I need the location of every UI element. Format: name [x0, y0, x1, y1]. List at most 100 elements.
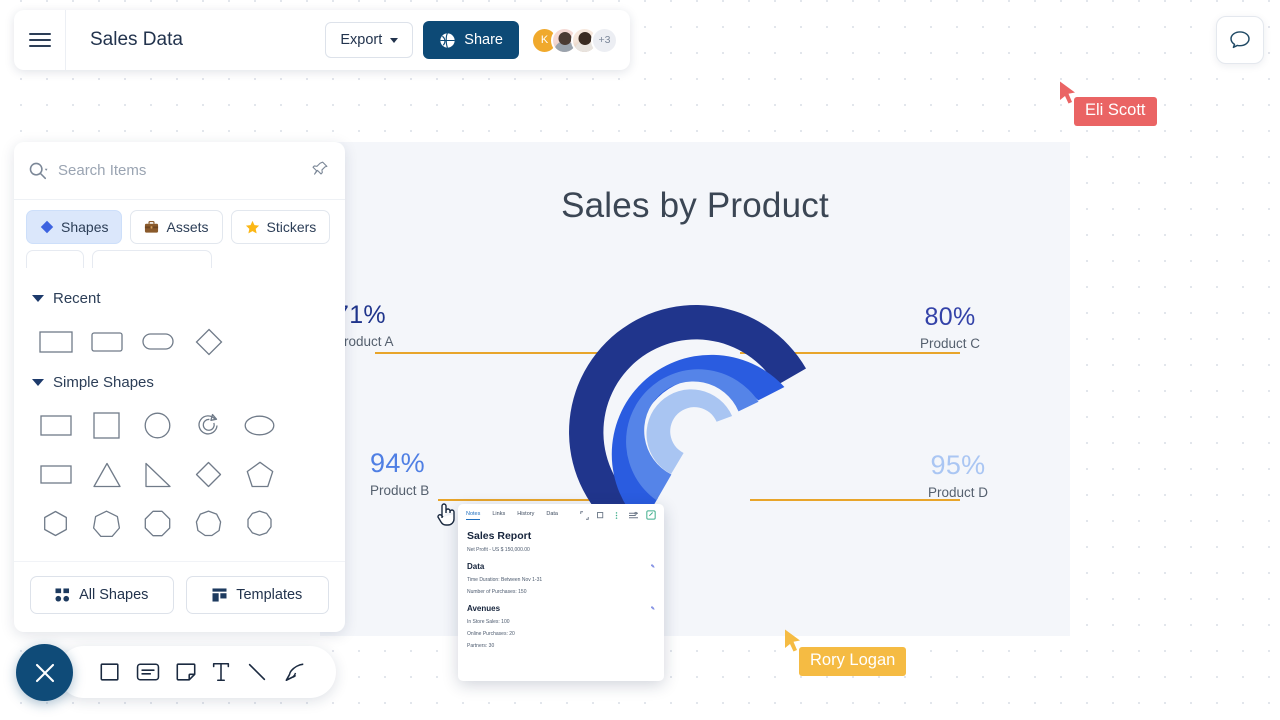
edit-icon[interactable]: ✎ — [651, 606, 655, 612]
shape-diamond[interactable] — [183, 317, 234, 366]
shape-pentagon[interactable] — [234, 450, 285, 499]
popup-tab-history[interactable]: History — [517, 511, 534, 519]
shape-parallelogram[interactable] — [81, 548, 132, 561]
copy-icon[interactable] — [596, 511, 605, 520]
value-product-c: 80% — [924, 303, 976, 331]
sales-report-popup[interactable]: Notes Links History Data Sales Report Ne… — [458, 504, 664, 681]
popup-tab-bar: Notes Links History Data — [458, 504, 664, 523]
collaborator-avatars[interactable]: K +3 — [531, 26, 618, 54]
chevron-down-icon — [390, 37, 399, 43]
template-layout-icon — [212, 588, 227, 602]
bottom-toolbar — [58, 646, 336, 698]
shape-spiral-arc[interactable] — [183, 401, 234, 450]
shape-pill[interactable] — [132, 317, 183, 366]
shape-hexagon[interactable] — [30, 499, 81, 548]
document-title[interactable]: Sales Data — [90, 29, 183, 51]
name-product-d: Product D — [928, 484, 989, 500]
shape-octagon[interactable] — [132, 499, 183, 548]
expand-icon[interactable] — [580, 510, 589, 520]
star-icon — [245, 220, 259, 233]
popup-tab-links[interactable]: Links — [492, 511, 505, 519]
shapes-scroll-area: Recent Simple Shapes — [14, 268, 345, 561]
shape-rectangle[interactable] — [30, 317, 81, 366]
all-shapes-button[interactable]: All Shapes — [30, 576, 174, 614]
shape-rounded-rectangle[interactable] — [81, 317, 132, 366]
hamburger-menu-button[interactable] — [14, 10, 66, 70]
group-simple-shapes[interactable]: Simple Shapes — [32, 374, 329, 391]
group-simple-shapes-label: Simple Shapes — [53, 374, 154, 391]
search-icon[interactable] — [28, 161, 48, 181]
popup-subtitle: Net Profit - US $ 150,000.00 — [467, 547, 530, 553]
note-tool[interactable] — [175, 661, 197, 683]
shape-tool[interactable] — [99, 661, 121, 683]
globe-icon — [440, 32, 455, 48]
group-recent[interactable]: Recent — [32, 290, 329, 307]
value-product-b: 94% — [370, 448, 425, 478]
comment-button[interactable] — [1216, 16, 1264, 64]
pen-icon — [285, 663, 303, 682]
shape-heptagon[interactable] — [81, 499, 132, 548]
simple-shapes-grid — [30, 401, 329, 561]
filter-icon[interactable] — [628, 511, 639, 520]
more-vertical-icon[interactable] — [612, 511, 621, 520]
pen-tool[interactable] — [283, 661, 307, 683]
export-label: Export — [340, 32, 383, 48]
arc-product-d[interactable] — [646, 389, 733, 474]
popup-tab-notes[interactable]: Notes — [466, 511, 481, 520]
shape-ellipse[interactable] — [234, 401, 285, 450]
label-product-b: 94% Product B — [370, 448, 429, 497]
line-icon — [248, 663, 266, 681]
card-icon — [136, 663, 160, 681]
export-button[interactable]: Export — [325, 22, 414, 58]
text-tool[interactable] — [211, 661, 231, 683]
tab-stickers-label: Stickers — [266, 219, 317, 235]
briefcase-icon — [145, 220, 159, 233]
edit-note-icon[interactable] — [646, 510, 656, 520]
shape-diamond[interactable] — [183, 450, 234, 499]
shape-right-triangle[interactable] — [132, 450, 183, 499]
shape-trapezoid[interactable] — [30, 548, 81, 561]
popup-section-avenues-heading: Avenues ✎ — [467, 604, 655, 613]
radial-chart-svg — [375, 305, 960, 542]
shape-rectangle-wide[interactable] — [30, 450, 81, 499]
triangle-down-icon — [32, 379, 44, 386]
edit-icon[interactable]: ✎ — [651, 564, 655, 570]
shape-square[interactable] — [81, 401, 132, 450]
popup-tab-data[interactable]: Data — [546, 511, 558, 519]
whiteboard-canvas[interactable]: Sales by Product 71% Product A 80% Produ… — [320, 142, 1070, 636]
line-tool[interactable] — [246, 661, 268, 683]
panel-tabs: Shapes Assets Stickers — [14, 200, 345, 250]
panel-subtabs — [14, 250, 345, 268]
tab-assets[interactable]: Assets — [130, 210, 223, 244]
search-row — [14, 142, 345, 200]
grid-shapes-icon — [55, 588, 70, 602]
section-heading-text: Avenues — [467, 604, 501, 613]
comment-bubble-icon — [1230, 31, 1250, 49]
group-recent-label: Recent — [53, 290, 101, 307]
subtab-chip[interactable] — [92, 250, 212, 268]
templates-label: Templates — [236, 587, 303, 603]
shape-nonagon[interactable] — [183, 499, 234, 548]
close-toolbar-button[interactable] — [16, 644, 73, 701]
pin-icon[interactable] — [312, 160, 329, 177]
shape-decagon[interactable] — [234, 499, 285, 548]
search-input[interactable] — [58, 162, 331, 179]
avatar-overflow-badge[interactable]: +3 — [591, 26, 618, 54]
templates-button[interactable]: Templates — [185, 576, 329, 614]
collaborator-cursor-rory-logan: Rory Logan — [783, 629, 907, 676]
radial-bar-chart[interactable]: 71% Product A 80% Product C 94% Product … — [320, 142, 1070, 636]
tab-shapes[interactable]: Shapes — [26, 210, 123, 244]
shape-triangle[interactable] — [81, 450, 132, 499]
square-shape-icon — [100, 663, 119, 681]
collaborator-cursor-eli-scott: Eli Scott — [1058, 81, 1157, 126]
card-tool[interactable] — [136, 662, 160, 682]
hand-pointer-cursor — [437, 503, 455, 526]
shape-circle[interactable] — [132, 401, 183, 450]
popup-section-data-heading: Data ✎ — [467, 562, 655, 571]
shape-rectangle[interactable] — [30, 401, 81, 450]
tab-stickers[interactable]: Stickers — [230, 210, 331, 244]
popup-line: Number of Purchases: 150 — [467, 589, 527, 595]
subtab-chip[interactable] — [26, 250, 84, 268]
text-icon — [213, 662, 230, 682]
share-button[interactable]: Share — [423, 21, 519, 59]
